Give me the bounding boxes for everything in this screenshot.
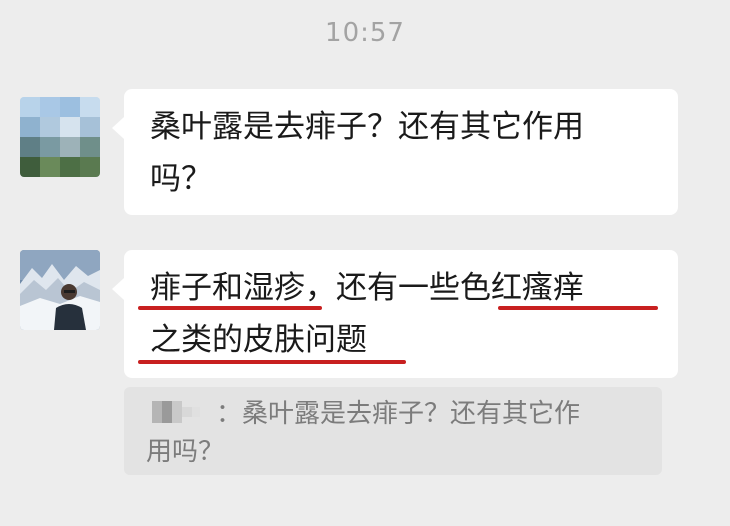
redacted-name-icon — [152, 400, 200, 423]
incoming-message-bubble[interactable]: 桑叶露是去痱子？还有其它作用 吗？ — [112, 89, 678, 215]
message-text-line: 吗？ — [150, 161, 212, 197]
message-text-line: 桑叶露是去痱子？还有其它作用 — [150, 109, 584, 145]
quote-separator: ： — [216, 399, 243, 429]
underline-annotation — [498, 306, 658, 310]
underline-annotation — [138, 360, 406, 364]
underline-annotation — [138, 306, 322, 310]
blurred-avatar-icon — [20, 97, 100, 177]
reply-message-bubble[interactable]: 痱子和湿疹，还有一些色红瘙痒 之类的皮肤问题 — [112, 250, 678, 378]
sender-avatar[interactable] — [20, 97, 100, 177]
quoted-author-redacted — [146, 397, 216, 427]
replier-avatar[interactable] — [20, 250, 100, 330]
message-text-line: 之类的皮肤问题 — [150, 322, 367, 358]
mountain-portrait-avatar-icon — [20, 250, 100, 330]
quote-text: 桑叶露是去痱子？还有其它作 — [242, 399, 581, 429]
quote-text-line: 用吗？ — [146, 437, 225, 467]
message-timestamp: 10:57 — [325, 18, 405, 48]
quoted-message[interactable]: ：桑叶露是去痱子？还有其它作 用吗？ — [124, 387, 662, 475]
